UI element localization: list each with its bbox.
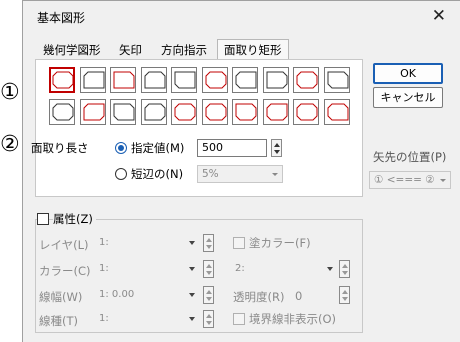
- cancel-button[interactable]: キャンセル: [373, 87, 443, 108]
- shape-option-9[interactable]: [293, 67, 319, 93]
- shape-option-6[interactable]: [201, 67, 228, 93]
- transparency-spinner[interactable]: [339, 286, 350, 304]
- line-width-combo: 1: 0.00: [99, 287, 195, 303]
- color-value: 1:: [99, 263, 109, 274]
- color-spinner[interactable]: [203, 260, 214, 278]
- arrow-position-combo: ① <=== ②: [369, 171, 451, 189]
- chamfer-value-spinner[interactable]: [271, 139, 282, 157]
- hide-border-label: 境界線非表示(O): [249, 312, 337, 326]
- chamfer-rect-icon: [205, 103, 226, 121]
- layer-label: レイヤ(L): [39, 238, 89, 252]
- shape-option-20[interactable]: [323, 99, 350, 125]
- line-width-spinner[interactable]: [203, 286, 214, 304]
- color-label: カラー(C): [39, 264, 91, 278]
- line-width-label: 線幅(W): [39, 290, 83, 304]
- shape-option-14[interactable]: [140, 99, 167, 125]
- ok-button[interactable]: OK: [373, 63, 443, 84]
- shape-option-12[interactable]: [79, 99, 106, 125]
- shape-option-19[interactable]: [293, 99, 319, 125]
- chamfer-rect-icon: [174, 71, 196, 89]
- shape-option-8[interactable]: [262, 67, 289, 93]
- hide-border-checkbox[interactable]: [233, 313, 245, 325]
- fill-color-checkbox[interactable]: [233, 237, 245, 249]
- tab-geometric[interactable]: 幾何学図形: [43, 41, 101, 60]
- arrow-position-value: ① <=== ②: [374, 174, 435, 186]
- line-width-value: 1: 0.00: [99, 289, 135, 300]
- tab-arrow[interactable]: 矢印: [119, 41, 142, 60]
- layer-value: 1:: [99, 237, 109, 248]
- shape-option-11[interactable]: [49, 99, 75, 125]
- chamfer-rect-icon: [235, 71, 257, 89]
- chamfer-rect-icon: [83, 71, 104, 89]
- chamfer-rect-icon: [113, 103, 135, 121]
- line-type-label: 線種(T): [39, 314, 78, 328]
- chamfer-rect-icon: [205, 71, 226, 89]
- radio-short-side[interactable]: [115, 168, 127, 180]
- fill-color-label: 塗カラー(F): [249, 236, 311, 250]
- shape-option-17[interactable]: [232, 99, 258, 125]
- radio-short-side-label: 短辺の(N): [131, 167, 184, 181]
- shape-option-18[interactable]: [262, 99, 289, 125]
- shape-option-5[interactable]: [171, 67, 197, 93]
- color-combo: 1:: [99, 261, 195, 277]
- short-side-value: 5%: [202, 168, 219, 180]
- shape-option-4[interactable]: [140, 67, 167, 93]
- shape-option-10[interactable]: [323, 67, 350, 93]
- radio-specified-label: 指定値(M): [131, 141, 185, 155]
- layer-spinner[interactable]: [203, 234, 214, 252]
- chamfer-rect-icon: [144, 103, 165, 121]
- transparency-label: 透明度(R): [233, 290, 285, 304]
- basic-shape-dialog: 基本図形 ✕ 幾何学図形 矢印 方向指示 面取り矩形 面取り長さ 指定値(M) …: [22, 0, 460, 342]
- line-type-combo: 1:: [99, 311, 195, 327]
- fill-color-value: 2:: [235, 263, 245, 274]
- shape-option-13[interactable]: [110, 99, 136, 125]
- line-type-value: 1:: [99, 313, 109, 324]
- callout-two: ②: [0, 132, 20, 157]
- chamfer-rect-icon: [235, 103, 257, 121]
- chamfer-rect-icon: [296, 103, 318, 121]
- fill-color-spinner[interactable]: [339, 260, 350, 278]
- chamfer-rect-icon: [113, 71, 135, 89]
- chamfer-rect-icon: [296, 71, 318, 89]
- shape-option-15[interactable]: [171, 99, 197, 125]
- short-side-combo: 5%: [197, 165, 283, 183]
- title-bar: 基本図形 ✕: [23, 1, 460, 31]
- layer-combo: 1:: [99, 235, 195, 251]
- line-type-spinner[interactable]: [203, 310, 214, 328]
- close-icon[interactable]: ✕: [432, 6, 446, 26]
- shape-option-3[interactable]: [110, 67, 136, 93]
- fill-color-combo: 2:: [235, 261, 333, 277]
- shape-option-1[interactable]: [49, 67, 75, 93]
- chamfer-rect-icon: [327, 103, 348, 121]
- chamfer-rect-icon: [52, 71, 74, 89]
- tab-direction[interactable]: 方向指示: [161, 41, 207, 60]
- chamfer-length-label: 面取り長さ: [31, 141, 89, 155]
- callout-one: ①: [0, 80, 20, 105]
- chamfer-rect-icon: [266, 71, 287, 89]
- shape-option-2[interactable]: [79, 67, 106, 93]
- dialog-title: 基本図形: [37, 11, 86, 25]
- chamfer-rect-icon: [83, 103, 104, 121]
- radio-specified-value[interactable]: [115, 142, 127, 154]
- chamfer-rect-icon: [327, 71, 348, 89]
- arrow-position-label: 矢先の位置(P): [373, 150, 447, 164]
- chamfer-rect-icon: [144, 71, 165, 89]
- chamfer-rect-icon: [52, 103, 74, 121]
- attributes-label: 属性(Z): [53, 211, 96, 227]
- chamfer-rect-icon: [174, 103, 196, 121]
- transparency-value: 0: [295, 289, 303, 303]
- attributes-checkbox[interactable]: [37, 213, 49, 225]
- chamfer-value-field[interactable]: 500: [197, 139, 267, 157]
- chamfer-rect-icon: [266, 103, 287, 121]
- shape-option-7[interactable]: [232, 67, 258, 93]
- shape-option-16[interactable]: [201, 99, 228, 125]
- tab-chamfer-rect[interactable]: 面取り矩形: [217, 39, 289, 61]
